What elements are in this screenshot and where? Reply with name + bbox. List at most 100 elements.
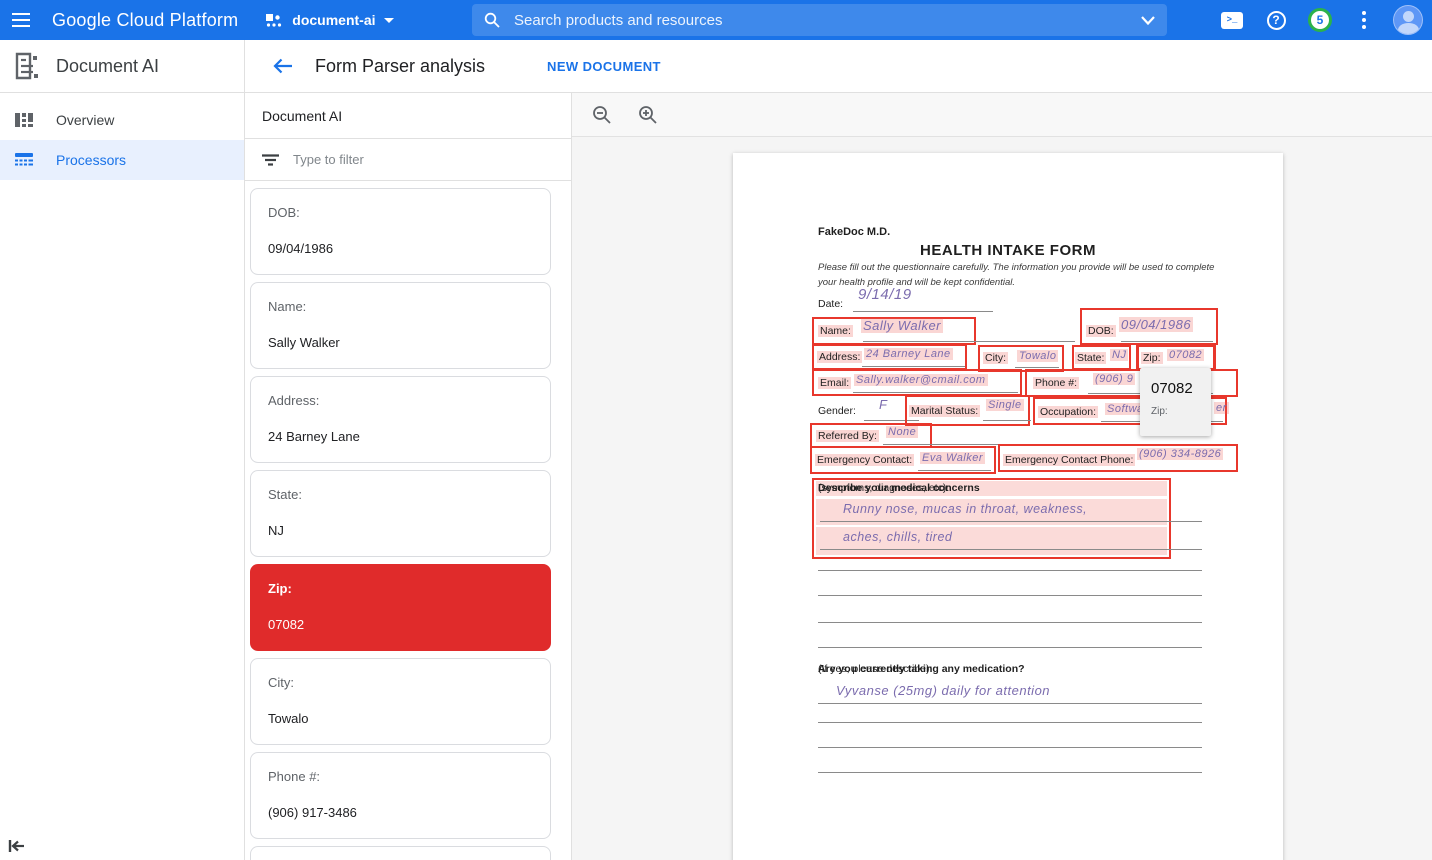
terminal-icon: >_	[1221, 12, 1243, 29]
project-selector[interactable]: document-ai	[266, 12, 393, 28]
collapse-left-icon	[8, 838, 26, 854]
tooltip-value: 07082	[1151, 380, 1193, 397]
field-value: (906) 917-3486	[268, 805, 533, 820]
dob-label: DOB:	[1086, 325, 1116, 337]
email-handwriting: Sally.walker@cmail.com	[854, 374, 988, 386]
doc-clinic-name: FakeDoc M.D.	[818, 226, 890, 238]
tooltip-label: Zip:	[1151, 406, 1168, 417]
field-label: Address:	[268, 393, 533, 408]
overview-icon	[14, 110, 34, 130]
referred-label: Referred By:	[816, 430, 879, 442]
chevron-down-icon	[384, 18, 394, 23]
app-title: Document AI	[56, 56, 159, 77]
cloud-shell-button[interactable]: >_	[1216, 4, 1248, 36]
app-title-block: Document AI	[0, 40, 245, 92]
zip-label: Zip:	[1141, 352, 1163, 364]
medication-label: Are you currently taking any medication?…	[818, 663, 932, 675]
emergency-phone-label: Emergency Contact Phone:	[1003, 454, 1135, 466]
doc-instructions-2: your health profile and will be kept con…	[818, 277, 1015, 288]
notification-count-badge: 5	[1308, 8, 1332, 32]
field-card-dob[interactable]: DOB: 09/04/1986	[250, 188, 551, 275]
search-icon	[484, 12, 500, 28]
zip-handwriting: 07082	[1167, 349, 1204, 361]
medication-handwriting: Vyvanse (25mg) daily for attention	[836, 683, 1050, 698]
field-card-phone[interactable]: Phone #: (906) 917-3486	[250, 752, 551, 839]
date-handwriting: 9/14/19	[858, 286, 912, 303]
address-label: Address:	[817, 351, 862, 363]
document-ai-icon	[14, 52, 40, 80]
filter-bar	[245, 139, 571, 181]
field-card-state[interactable]: State: NJ	[250, 470, 551, 557]
extracted-fields-panel: Document AI DOB: 09/04/1986 Name: Sally …	[245, 93, 572, 860]
emergency-contact-label: Emergency Contact:	[815, 454, 914, 466]
filter-icon	[262, 154, 279, 166]
phone-label: Phone #:	[1033, 377, 1079, 389]
collapse-sidebar-button[interactable]	[8, 838, 26, 854]
zoom-in-button[interactable]	[634, 101, 662, 129]
zoom-out-button[interactable]	[588, 101, 616, 129]
field-label: City:	[268, 675, 533, 690]
sidebar-item-overview[interactable]: Overview	[0, 100, 244, 140]
city-label: City:	[983, 352, 1008, 364]
phone-handwriting: (906) 9	[1093, 373, 1135, 385]
document-viewer: FakeDoc M.D. HEALTH INTAKE FORM Please f…	[572, 93, 1432, 860]
field-value: 09/04/1986	[268, 241, 533, 256]
back-arrow-icon	[273, 58, 293, 74]
help-button[interactable]: ?	[1260, 4, 1292, 36]
gender-label: Gender:	[818, 405, 856, 417]
medical-concerns-handwriting-2: aches, chills, tired	[843, 530, 952, 544]
occupation-handwriting-tail: er	[1214, 402, 1229, 414]
zip-tooltip: 07082 Zip:	[1140, 368, 1211, 436]
city-handwriting: Towalo	[1017, 350, 1058, 362]
name-handwriting: Sally Walker	[861, 318, 943, 333]
occupation-label: Occupation:	[1038, 406, 1098, 418]
more-options-button[interactable]	[1348, 4, 1380, 36]
gcp-logo[interactable]: Google Cloud Platform	[52, 10, 238, 31]
zoom-out-icon	[592, 105, 612, 125]
sidebar-item-processors[interactable]: Processors	[0, 140, 244, 180]
field-card-partial[interactable]	[250, 846, 551, 860]
global-search[interactable]	[472, 4, 1167, 36]
project-name: document-ai	[292, 12, 375, 28]
avatar	[1393, 5, 1423, 35]
field-label: Name:	[268, 299, 533, 314]
processors-icon	[14, 151, 34, 169]
menu-icon[interactable]	[0, 0, 42, 40]
field-label: State:	[268, 487, 533, 502]
sidebar-item-label: Processors	[56, 152, 126, 168]
field-label: DOB:	[268, 205, 533, 220]
page-title: Form Parser analysis	[315, 56, 485, 77]
back-button[interactable]	[273, 58, 293, 74]
gender-handwriting: F	[879, 397, 887, 412]
state-handwriting: NJ	[1110, 349, 1128, 361]
medical-concerns-handwriting-1: Runny nose, mucas in throat, weakness,	[843, 502, 1087, 516]
email-label: Email:	[818, 377, 851, 389]
field-label: Zip:	[268, 581, 533, 596]
field-card-list: DOB: 09/04/1986 Name: Sally Walker Addre…	[250, 188, 551, 860]
new-document-button[interactable]: NEW DOCUMENT	[547, 59, 661, 74]
field-card-zip-selected[interactable]: Zip: 07082	[250, 564, 551, 651]
emergency-contact-handwriting: Eva Walker	[920, 452, 985, 464]
field-value: Towalo	[268, 711, 533, 726]
sidebar-item-label: Overview	[56, 112, 114, 128]
field-card-address[interactable]: Address: 24 Barney Lane	[250, 376, 551, 463]
search-input[interactable]	[514, 12, 1141, 29]
field-label: Phone #:	[268, 769, 533, 784]
filter-input[interactable]	[293, 152, 513, 167]
field-value: 07082	[268, 617, 533, 632]
field-card-city[interactable]: City: Towalo	[250, 658, 551, 745]
medical-concerns-label: Describe your medical concerns (symptoms…	[818, 482, 949, 494]
notifications-button[interactable]: 5	[1304, 4, 1336, 36]
marital-label: Marital Status:	[909, 405, 980, 417]
zoom-in-icon	[638, 105, 658, 125]
search-chevron-down-icon[interactable]	[1141, 16, 1155, 25]
doc-instructions-1: Please fill out the questionnaire carefu…	[818, 262, 1214, 273]
document-page[interactable]: FakeDoc M.D. HEALTH INTAKE FORM Please f…	[733, 153, 1283, 860]
doc-title: HEALTH INTAKE FORM	[893, 242, 1123, 259]
top-navigation-bar: Google Cloud Platform document-ai >_ ? 5	[0, 0, 1432, 40]
field-card-name[interactable]: Name: Sally Walker	[250, 282, 551, 369]
account-button[interactable]	[1392, 4, 1424, 36]
kebab-icon	[1362, 11, 1366, 29]
referred-handwriting: None	[886, 426, 918, 438]
state-label: State:	[1075, 352, 1106, 364]
